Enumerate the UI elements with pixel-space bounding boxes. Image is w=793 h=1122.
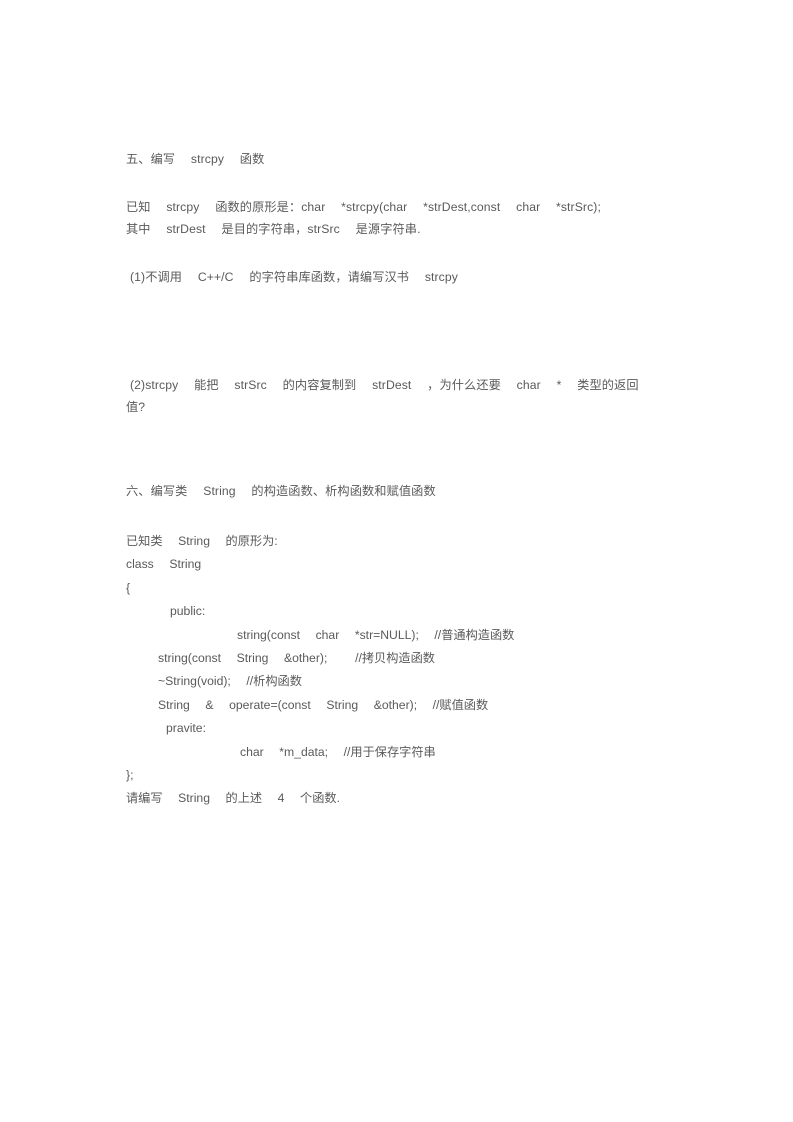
code-line: string(const String &other); //拷贝构造函数 bbox=[158, 651, 435, 666]
document-content: 五、编写 strcpy 函数 已知 strcpy 函数的原形是：char *st… bbox=[126, 148, 686, 811]
code-line: string(const char *str=NULL); //普通构造函数 bbox=[237, 627, 515, 642]
question-two-line-1: (2)strcpy 能把 strSrc 的内容复制到 strDest ，为什么还… bbox=[130, 378, 639, 392]
question-one: (1)不调用 C++/C 的字符串库函数，请编写汉书 strcpy bbox=[130, 270, 458, 284]
question-two-line-2: 值? bbox=[126, 400, 146, 414]
code-line: String & operate=(const String &other); … bbox=[158, 697, 489, 712]
code-line: }; bbox=[126, 768, 134, 783]
code-line: public: bbox=[170, 604, 206, 619]
code-line: char *m_data; //用于保存字符串 bbox=[240, 744, 436, 759]
code-line: { bbox=[126, 580, 131, 595]
document-page: 五、编写 strcpy 函数 已知 strcpy 函数的原形是：char *st… bbox=[0, 0, 793, 1122]
section-six-heading: 六、编写类 String 的构造函数、析构函数和赋值函数 bbox=[126, 484, 436, 498]
code-line: pravite: bbox=[166, 721, 206, 736]
section-five-heading: 五、编写 strcpy 函数 bbox=[126, 152, 265, 166]
strcpy-prototype-line-2: 其中 strDest 是目的字符串，strSrc 是源字符串. bbox=[126, 222, 421, 236]
question-two: (2)strcpy 能把 strSrc 的内容复制到 strDest ，为什么还… bbox=[126, 374, 686, 418]
code-line: 请编写 String 的上述 4 个函数. bbox=[126, 791, 340, 806]
strcpy-prototype-line-1: 已知 strcpy 函数的原形是：char *strcpy(char *strD… bbox=[126, 200, 601, 214]
string-class-code-block: 已知类 String 的原形为: class String { public: stri… bbox=[126, 530, 686, 811]
code-line: ~String(void); //析构函数 bbox=[158, 674, 302, 689]
code-line: 已知类 String 的原形为: bbox=[126, 534, 278, 548]
strcpy-prototype-paragraph: 已知 strcpy 函数的原形是：char *strcpy(char *strD… bbox=[126, 196, 686, 240]
code-line: class String bbox=[126, 557, 202, 572]
